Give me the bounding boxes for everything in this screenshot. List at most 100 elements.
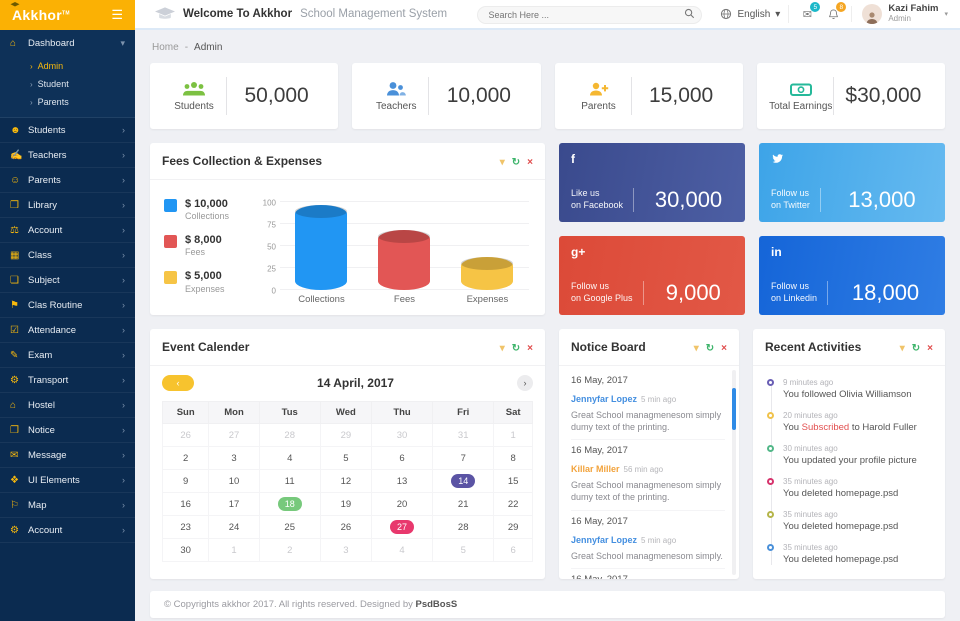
calendar-date-cell[interactable]: 25 [259, 516, 320, 539]
sidebar-item-transport[interactable]: ⚙Transport› [0, 368, 135, 393]
calendar-date-cell[interactable]: 6 [494, 539, 533, 562]
calendar-date-cell[interactable]: 14 [433, 470, 494, 493]
collapse-icon[interactable]: ▾ [500, 157, 505, 168]
activity-item: 35 minutes agoYou deleted homepage.psd [783, 543, 933, 565]
sidebar-item-library[interactable]: ❒Library› [0, 193, 135, 218]
sidebar-item-clas-routine[interactable]: ⚑Clas Routine› [0, 293, 135, 318]
sidebar-item-map[interactable]: ⚐Map› [0, 493, 135, 518]
calendar-date-cell[interactable]: 20 [371, 493, 432, 516]
refresh-icon[interactable]: ↻ [512, 157, 520, 168]
calendar-date-cell[interactable]: 2 [163, 447, 209, 470]
calendar-date-cell[interactable]: 9 [163, 470, 209, 493]
breadcrumb-home[interactable]: Home [152, 42, 179, 53]
calendar-prev-button[interactable]: ‹ [162, 375, 194, 391]
calendar-date-cell[interactable]: 12 [320, 470, 371, 493]
calendar-date-cell[interactable]: 8 [494, 447, 533, 470]
calendar-date-cell[interactable]: 4 [259, 447, 320, 470]
calendar-date-cell[interactable]: 23 [163, 516, 209, 539]
sidebar-item-ui-elements[interactable]: ❖UI Elements› [0, 468, 135, 493]
notice-author[interactable]: Killar Miller [571, 464, 620, 474]
app-logo[interactable]: AkkhorTM [12, 7, 70, 23]
calendar-date-cell[interactable]: 26 [163, 424, 209, 447]
sidebar-item-teachers[interactable]: ✍Teachers› [0, 143, 135, 168]
notice-author[interactable]: Jennyfar Lopez [571, 394, 637, 404]
calendar-date-cell[interactable]: 22 [494, 493, 533, 516]
calendar-date-cell[interactable]: 29 [494, 516, 533, 539]
calendar-date-cell[interactable]: 26 [320, 516, 371, 539]
collapse-icon[interactable]: ▾ [694, 343, 699, 354]
close-icon[interactable]: × [527, 343, 533, 354]
calendar-event-date[interactable]: 18 [278, 497, 302, 511]
search-icon[interactable] [684, 8, 695, 19]
search-input[interactable] [477, 6, 702, 24]
notifications-button[interactable]: 8 [825, 6, 841, 22]
calendar-next-button[interactable]: › [517, 375, 533, 391]
calendar-date-cell[interactable]: 3 [209, 447, 259, 470]
calendar-date-cell[interactable]: 21 [433, 493, 494, 516]
calendar-date-cell[interactable]: 1 [494, 424, 533, 447]
sidebar-subitem-student[interactable]: ›Student [0, 75, 135, 93]
calendar-date-cell[interactable]: 1 [209, 539, 259, 562]
close-icon[interactable]: × [527, 157, 533, 168]
sidebar-subitem-parents[interactable]: ›Parents [0, 93, 135, 111]
calendar-date-cell[interactable]: 30 [371, 424, 432, 447]
calendar-date-cell[interactable]: 6 [371, 447, 432, 470]
calendar-date-cell[interactable]: 27 [209, 424, 259, 447]
scrollbar-thumb[interactable] [732, 388, 736, 430]
sidebar-item-attendance[interactable]: ☑Attendance› [0, 318, 135, 343]
sidebar-item-account[interactable]: ⚖Account› [0, 218, 135, 243]
sidebar-item-notice[interactable]: ❐Notice› [0, 418, 135, 443]
calendar-date-cell[interactable]: 28 [259, 424, 320, 447]
refresh-icon[interactable]: ↻ [512, 343, 520, 354]
calendar-date-cell[interactable]: 30 [163, 539, 209, 562]
sidebar-item-students[interactable]: ☻Students› [0, 118, 135, 143]
sidebar-subitem-admin[interactable]: ›Admin [0, 57, 135, 75]
calendar-date-cell[interactable]: 16 [163, 493, 209, 516]
hamburger-icon[interactable]: ☰ [111, 7, 123, 23]
calendar-date-cell[interactable]: 3 [320, 539, 371, 562]
sidebar-item-class[interactable]: ▦Class› [0, 243, 135, 268]
calendar-date-cell[interactable]: 2 [259, 539, 320, 562]
social-card-twitter[interactable]: Follow uson Twitter13,000 [759, 143, 945, 222]
calendar-date-cell[interactable]: 28 [433, 516, 494, 539]
sidebar-item-dashboard[interactable]: ⌂ Dashboard ▾ [0, 30, 135, 57]
refresh-icon[interactable]: ↻ [912, 343, 920, 354]
calendar-date-cell[interactable]: 5 [433, 539, 494, 562]
legend-label: Collections [185, 211, 229, 221]
calendar-date-cell[interactable]: 31 [433, 424, 494, 447]
social-card-linkedin[interactable]: inFollow uson Linkedin18,000 [759, 236, 945, 315]
sidebar-item-account[interactable]: ⚙Account› [0, 518, 135, 543]
refresh-icon[interactable]: ↻ [706, 343, 714, 354]
calendar-date-cell[interactable]: 13 [371, 470, 432, 493]
sidebar-item-subject[interactable]: ❏Subject› [0, 268, 135, 293]
close-icon[interactable]: × [927, 343, 933, 354]
notice-author[interactable]: Jennyfar Lopez [571, 535, 637, 545]
calendar-date-cell[interactable]: 29 [320, 424, 371, 447]
collapse-icon[interactable]: ▾ [500, 343, 505, 354]
calendar-date-cell[interactable]: 24 [209, 516, 259, 539]
calendar-date-cell[interactable]: 7 [433, 447, 494, 470]
calendar-date-cell[interactable]: 10 [209, 470, 259, 493]
social-card-facebook[interactable]: fLike uson Facebook30,000 [559, 143, 745, 222]
sidebar-item-exam[interactable]: ✎Exam› [0, 343, 135, 368]
language-label: English [737, 9, 770, 20]
user-menu[interactable]: Kazi Fahim Admin ▾ [862, 4, 948, 24]
calendar-date-cell[interactable]: 27 [371, 516, 432, 539]
social-card-google-plus[interactable]: g+Follow uson Google Plus9,000 [559, 236, 745, 315]
language-selector[interactable]: English ▾ [712, 5, 789, 23]
calendar-date-cell[interactable]: 4 [371, 539, 432, 562]
calendar-date-cell[interactable]: 15 [494, 470, 533, 493]
calendar-date-cell[interactable]: 5 [320, 447, 371, 470]
sidebar-item-hostel[interactable]: ⌂Hostel› [0, 393, 135, 418]
calendar-event-date[interactable]: 14 [451, 474, 475, 488]
calendar-event-date[interactable]: 27 [390, 520, 414, 534]
collapse-icon[interactable]: ▾ [900, 343, 905, 354]
calendar-date-cell[interactable]: 18 [259, 493, 320, 516]
calendar-date-cell[interactable]: 19 [320, 493, 371, 516]
sidebar-item-parents[interactable]: ☺Parents› [0, 168, 135, 193]
calendar-date-cell[interactable]: 11 [259, 470, 320, 493]
close-icon[interactable]: × [721, 343, 727, 354]
sidebar-item-message[interactable]: ✉Message› [0, 443, 135, 468]
calendar-date-cell[interactable]: 17 [209, 493, 259, 516]
messages-button[interactable]: ✉ 5 [799, 6, 815, 22]
